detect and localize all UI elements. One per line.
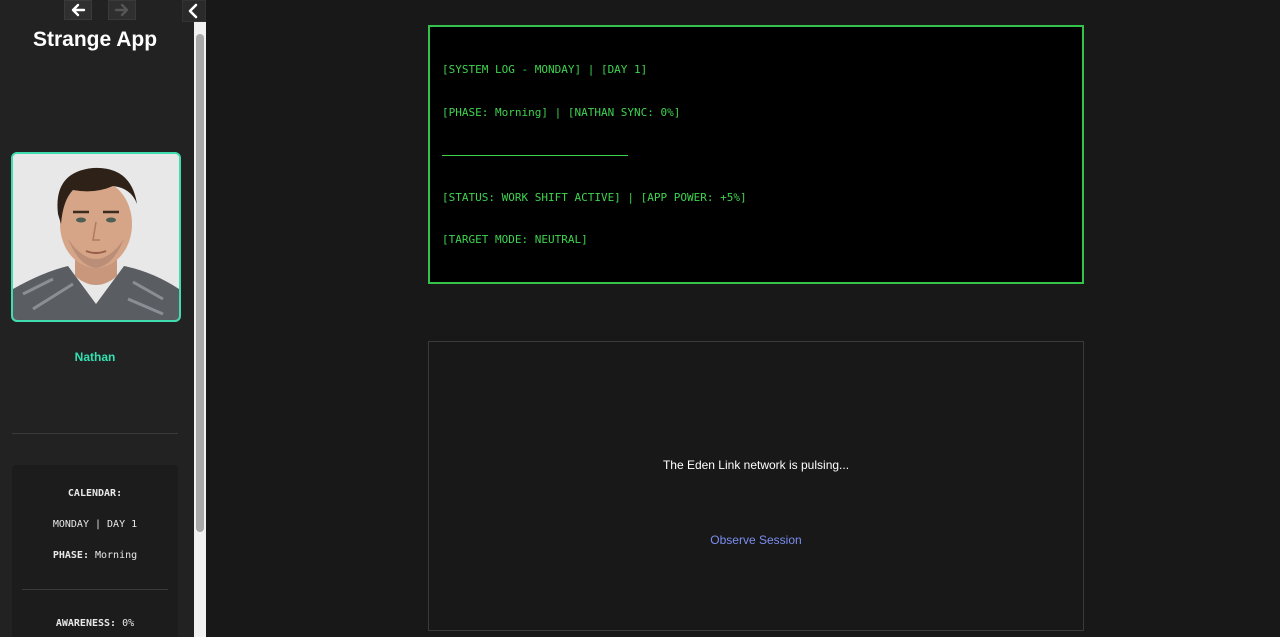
log-separator <box>442 155 628 156</box>
arrow-left-icon <box>71 3 86 17</box>
calendar-label: CALENDAR: <box>67 488 123 499</box>
forward-button[interactable] <box>108 0 136 20</box>
phase-value: Morning <box>95 550 138 561</box>
log-line: [SYSTEM LOG - MONDAY] | [DAY 1] <box>442 63 648 76</box>
stats-divider <box>22 589 168 590</box>
arrow-right-icon <box>114 3 129 17</box>
log-line: [TARGET MODE: NEUTRAL] <box>442 233 588 246</box>
sidebar: Strange App Nathan CALENDAR: MONDAY | DA… <box>0 0 194 637</box>
log-line: [PHASE: Morning] | [NATHAN SYNC: 0%] <box>442 106 681 119</box>
observe-session-link[interactable]: Observe Session <box>429 533 1083 547</box>
character-name: Nathan <box>74 350 116 364</box>
sidebar-divider <box>12 433 178 434</box>
log-line: [STATUS: WORK SHIFT ACTIVE] | [APP POWER… <box>442 191 747 204</box>
awareness-value: 0% <box>122 618 135 629</box>
awareness-row: AWARENESS: 0% <box>12 618 178 629</box>
chevron-left-icon <box>188 3 198 19</box>
collapse-sidebar-button[interactable] <box>182 0 206 22</box>
back-button[interactable] <box>64 0 92 20</box>
phase-row: PHASE: Morning <box>12 550 178 561</box>
awareness-label: AWARENESS: <box>55 618 117 629</box>
scrollbar-thumb[interactable] <box>196 34 204 532</box>
calendar-value: MONDAY | DAY 1 <box>52 519 138 530</box>
sidebar-scrollbar[interactable] <box>194 0 206 637</box>
event-panel: The Eden Link network is pulsing... Obse… <box>428 341 1084 631</box>
phase-label: PHASE: <box>52 550 89 561</box>
stats-panel: CALENDAR: MONDAY | DAY 1 PHASE: Morning … <box>12 465 178 637</box>
system-log-terminal: [SYSTEM LOG - MONDAY] | [DAY 1] [PHASE: … <box>428 25 1084 284</box>
character-portrait <box>11 152 181 322</box>
event-text: The Eden Link network is pulsing... <box>662 458 850 472</box>
app-title: Strange App <box>32 28 158 51</box>
portrait-image <box>13 154 179 320</box>
